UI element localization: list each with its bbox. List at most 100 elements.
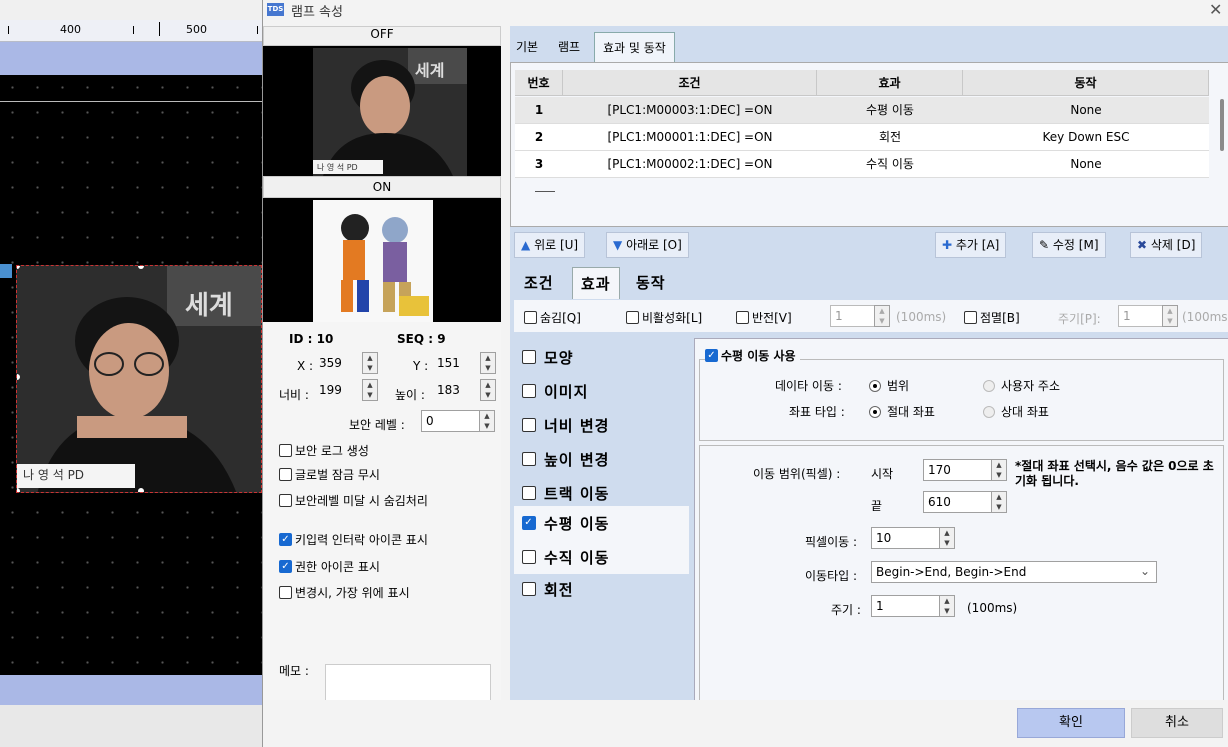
effect-horizontal-checkbox[interactable]: ✓ 수평 이동: [514, 506, 689, 540]
permission-icon-checkbox[interactable]: ✓ 권한 아이콘 표시: [279, 558, 380, 575]
cancel-button[interactable]: 취소: [1131, 708, 1223, 738]
delete-button[interactable]: ✖ 삭제 [D]: [1130, 232, 1203, 258]
invert-checkbox[interactable]: 반전[V]: [736, 309, 792, 326]
checkbox-icon: [522, 350, 536, 364]
relative-coord-radio[interactable]: 상대 좌표: [983, 403, 1049, 420]
subtab-condition[interactable]: 조건: [524, 272, 554, 293]
checkbox-icon: [522, 550, 536, 564]
effect-section: 조건 효과 동작 숨김[Q] 비활성화[L] 반전[V] 1 ▲ ▼ (100ms)…: [514, 266, 1228, 726]
editor-band: [0, 675, 262, 705]
width-label: 너비 :: [279, 388, 309, 402]
disable-checkbox[interactable]: 비활성화[L]: [626, 309, 702, 326]
condition-table: 번호 조건 효과 동작 1 [PLC1:M00003:1:DEC] =ON 수평…: [510, 62, 1228, 227]
col-header-no: 번호: [515, 70, 563, 96]
absolute-coord-radio[interactable]: 절대 좌표: [869, 403, 935, 420]
effect-width-checkbox[interactable]: 너비 변경: [522, 410, 697, 440]
move-down-button[interactable]: ▼ 아래로 [O]: [606, 232, 689, 258]
checkmark-icon: ✓: [279, 560, 292, 573]
app-icon: TDS: [267, 3, 284, 16]
checkmark-icon: ✓: [705, 349, 718, 362]
security-log-checkbox[interactable]: 보안 로그 생성: [279, 442, 369, 459]
user-address-radio[interactable]: 사용자 주소: [983, 377, 1060, 394]
lamp-object[interactable]: 세계 나 영 석 PD: [16, 265, 262, 493]
col-header-effect: 효과: [817, 70, 963, 96]
tab-effect-action[interactable]: 효과 및 동작: [594, 32, 675, 62]
width-input[interactable]: 199 ▲ ▼: [315, 379, 378, 402]
y-input[interactable]: 151 ▲ ▼: [433, 352, 496, 375]
checkbox-icon: [522, 582, 536, 596]
off-photo-caption: 나 영 석 PD: [317, 163, 358, 172]
ruler-number: 400: [60, 23, 81, 36]
col-header-condition: 조건: [563, 70, 817, 96]
dialog-title: 램프 속성: [291, 5, 343, 20]
arrow-up-icon: ▲: [521, 238, 531, 252]
spinner-icon: ▲ ▼: [362, 352, 378, 374]
pixel-move-input[interactable]: 10 ▲ ▼: [871, 527, 955, 549]
hide-checkbox[interactable]: 숨김[Q]: [524, 309, 581, 326]
spinner-icon: ▲ ▼: [362, 379, 378, 401]
subtab-effect[interactable]: 효과: [572, 267, 620, 299]
x-label: X :: [297, 359, 314, 373]
off-image-box[interactable]: 세계 나 영 석 PD: [263, 46, 501, 176]
table-scrollbar[interactable]: [1220, 99, 1224, 151]
effect-rotate-checkbox[interactable]: 회전: [522, 574, 697, 604]
hide-below-security-checkbox[interactable]: 보안레벨 미달 시 숨김처리: [279, 492, 428, 509]
range-radio[interactable]: 범위: [869, 377, 909, 394]
effect-detail: ✓ 수평 이동 사용 데이타 이동 : 범위 사용자 주소 좌표 타입 : 절대 …: [694, 338, 1228, 726]
table-row[interactable]: 2 [PLC1:M00001:1:DEC] =ON 회전 Key Down ES…: [515, 124, 1209, 151]
x-input[interactable]: 359 ▲ ▼: [315, 352, 378, 375]
ok-button[interactable]: 확인: [1017, 708, 1125, 738]
memo-label: 메모 :: [279, 664, 309, 678]
close-icon[interactable]: ✕: [1209, 0, 1222, 19]
pencil-icon: ✎: [1039, 238, 1050, 252]
effect-height-checkbox[interactable]: 높이 변경: [522, 444, 697, 474]
table-row[interactable]: 3 [PLC1:M00002:1:DEC] =ON 수직 이동 None: [515, 151, 1209, 178]
right-panel: 기본 램프 효과 및 동작 번호 조건 효과 동작 1 [PLC1:M00003…: [510, 26, 1228, 726]
subtab-action[interactable]: 동작: [636, 272, 666, 293]
edit-button[interactable]: ✎ 수정 [M]: [1032, 232, 1106, 258]
global-lock-checkbox[interactable]: 글로벌 잠금 무시: [279, 466, 380, 483]
move-type-select[interactable]: Begin->End, Begin->End ⌄: [871, 561, 1157, 583]
effect-image-checkbox[interactable]: 이미지: [522, 376, 697, 406]
period-detail-input[interactable]: 1 ▲ ▼: [871, 595, 955, 617]
use-horizontal-checkbox[interactable]: ✓ 수평 이동 사용: [705, 347, 800, 364]
photo-caption: 나 영 석 PD: [23, 468, 85, 482]
interlock-icon-checkbox[interactable]: ✓ 키입력 인터락 아이콘 표시: [279, 531, 428, 548]
anime-characters-image-icon: [313, 200, 433, 322]
checkbox-icon: [626, 311, 639, 324]
editor-band: [0, 42, 262, 75]
table-row[interactable]: 1 [PLC1:M00003:1:DEC] =ON 수평 이동 None: [515, 97, 1209, 124]
start-input[interactable]: 170 ▲ ▼: [923, 459, 1007, 481]
memo-field[interactable]: [325, 664, 491, 704]
tab-lamp[interactable]: 램프: [558, 38, 580, 55]
spinner-icon: ▲ ▼: [874, 305, 890, 327]
off-person-image-icon: 세계: [313, 48, 467, 176]
start-label: 시작: [871, 467, 894, 481]
effect-vertical-checkbox[interactable]: 수직 이동: [514, 540, 689, 574]
left-panel: OFF 세계 나 영 석 PD ON ID: 10 SEQ: 9 X: 3…: [263, 26, 501, 706]
effect-shape-checkbox[interactable]: 모양: [522, 342, 697, 372]
dialog-footer: 확인 취소: [263, 700, 1228, 747]
coord-type-label: 좌표 타입 :: [789, 405, 845, 419]
height-input[interactable]: 183 ▲ ▼: [433, 379, 496, 402]
checkbox-icon: [279, 444, 292, 457]
move-up-button[interactable]: ▲ 위로 [U]: [514, 232, 586, 258]
toolbar: ▲ 위로 [U] ▼ 아래로 [O] ✚ 추가 [A] ✎ 수정 [M] ✖ 삭…: [510, 228, 1228, 262]
effect-track-checkbox[interactable]: 트랙 이동: [522, 478, 697, 508]
radio-icon: [983, 379, 995, 392]
on-image-box[interactable]: [263, 198, 501, 322]
add-button[interactable]: ✚ 추가 [A]: [935, 232, 1007, 258]
blink-period-input[interactable]: 1 ▲ ▼: [1118, 305, 1178, 327]
seq-field: SEQ : 9: [397, 332, 446, 346]
blink-checkbox[interactable]: 점멸[B]: [964, 309, 1020, 326]
end-input[interactable]: 610 ▲ ▼: [923, 491, 1007, 513]
person-photo-icon: 세계: [17, 266, 261, 492]
data-move-label: 데이타 이동 :: [775, 379, 842, 393]
show-on-top-checkbox[interactable]: 변경시, 가장 위에 표시: [279, 584, 410, 601]
invert-period-input[interactable]: 1 ▲ ▼: [830, 305, 890, 327]
id-field: ID : 10: [289, 332, 334, 346]
period-label: 주기[P]:: [1058, 312, 1101, 326]
height-label: 높이 :: [395, 388, 425, 402]
security-level-input[interactable]: 0 ▲ ▼: [421, 410, 495, 432]
tab-basic[interactable]: 기본: [516, 38, 538, 55]
